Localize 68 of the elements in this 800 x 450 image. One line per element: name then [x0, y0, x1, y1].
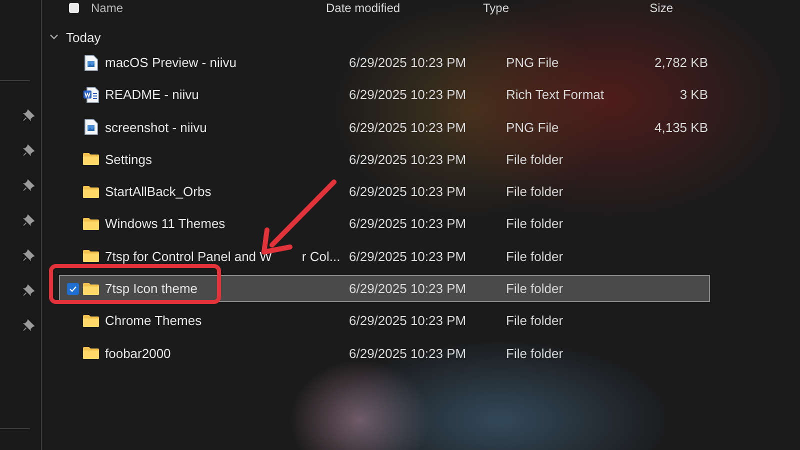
- file-row[interactable]: Windows 11 Themes 6/29/2025 10:23 PM File folder: [59, 210, 710, 238]
- column-header[interactable]: Name: [91, 0, 326, 14]
- file-type: File folder: [506, 281, 564, 296]
- image-file-icon: [83, 119, 99, 136]
- file-name: 7tsp Icon theme: [105, 281, 198, 296]
- date-modified: 6/29/2025 10:23 PM: [349, 313, 468, 328]
- date-modified: 6/29/2025 10:23 PM: [349, 87, 468, 102]
- pin-icon[interactable]: [22, 109, 34, 121]
- file-name: foobar2000: [105, 346, 171, 361]
- date-modified: 6/29/2025 10:23 PM: [349, 120, 468, 135]
- file-type: File folder: [506, 248, 564, 264]
- file-name: r Col...: [302, 248, 340, 264]
- file-name: macOS Preview - niivu: [105, 55, 236, 70]
- file-name: StartAllBack_Orbs: [105, 184, 212, 200]
- folder-icon: [83, 280, 99, 297]
- file-name: Windows 11 Themes: [105, 216, 226, 232]
- date-modified: 6/29/2025 10:23 PM: [349, 281, 468, 296]
- file-type: File folder: [506, 184, 564, 200]
- folder-icon: [83, 312, 99, 329]
- pin-icon[interactable]: [22, 319, 34, 331]
- file-row[interactable]: Chrome Themes 6/29/2025 10:23 PM File folder: [59, 307, 710, 334]
- file-name: README - niivu: [105, 87, 199, 102]
- file-size: 4,135 KB: [654, 120, 708, 135]
- date-modified: 6/29/2025 10:23 PM: [349, 346, 468, 361]
- file-row[interactable]: macOS Preview - niivu 6/29/2025 10:23 PM PNG File 2,782 KB: [59, 49, 710, 76]
- file-row[interactable]: StartAllBack_Orbs 6/29/2025 10:23 PM File folder: [59, 178, 710, 206]
- image-file-icon: [83, 54, 99, 70]
- pin-icon[interactable]: [22, 214, 34, 226]
- file-type: File folder: [506, 313, 564, 328]
- folder-icon: [83, 216, 99, 232]
- date-modified: 6/29/2025 10:23 PM: [349, 216, 468, 232]
- file-row[interactable]: README - niivu 6/29/2025 10:23 PM Rich Text Format 3 KB: [59, 81, 710, 108]
- file-type: Rich Text Format: [506, 87, 606, 102]
- date-modified: 6/29/2025 10:23 PM: [349, 248, 468, 264]
- file-row[interactable]: foobar2000 6/29/2025 10:23 PM File folder: [59, 340, 710, 367]
- folder-icon: [83, 248, 99, 264]
- pin-icon[interactable]: [22, 249, 34, 261]
- pin-icon[interactable]: [22, 144, 34, 156]
- word-document-icon: [83, 86, 99, 103]
- date-modified: 6/29/2025 10:23 PM: [349, 184, 468, 200]
- file-row[interactable]: screenshot - niivu 6/29/2025 10:23 PM PNG File 4,135 KB: [59, 114, 710, 141]
- date-modified: 6/29/2025 10:23 PM: [349, 55, 468, 70]
- column-header[interactable]: Date modified: [326, 0, 483, 14]
- file-name: screenshot - niivu: [105, 120, 207, 135]
- group-header[interactable]: Today: [49, 25, 101, 49]
- file-type: File folder: [506, 216, 564, 232]
- file-type: PNG File: [506, 55, 560, 70]
- file-type: PNG File: [506, 120, 560, 135]
- chevron-icon: [49, 32, 59, 42]
- select-all-checkbox[interactable]: [69, 2, 79, 12]
- pin-icon[interactable]: [22, 179, 34, 191]
- file-row[interactable]: 7tsp Icon theme 6/29/2025 10:23 PM File folder: [59, 275, 710, 302]
- folder-icon: [83, 184, 99, 200]
- column-header[interactable]: Type: [483, 0, 603, 14]
- column-header[interactable]: Size: [603, 0, 673, 14]
- file-name: Settings: [105, 152, 152, 167]
- file-size: 3 KB: [680, 87, 708, 102]
- date-modified: 6/29/2025 10:23 PM: [349, 152, 468, 167]
- file-size: 2,782 KB: [654, 55, 708, 70]
- folder-icon: [83, 345, 99, 362]
- file-row[interactable]: Settings 6/29/2025 10:23 PM File folder: [59, 146, 710, 173]
- group-label: Today: [66, 30, 101, 44]
- file-type: File folder: [506, 152, 564, 167]
- file-name: Chrome Themes: [105, 313, 202, 328]
- checkbox[interactable]: [67, 282, 79, 295]
- folder-icon: [83, 151, 99, 168]
- file-type: File folder: [506, 346, 564, 361]
- pin-icon[interactable]: [22, 284, 34, 296]
